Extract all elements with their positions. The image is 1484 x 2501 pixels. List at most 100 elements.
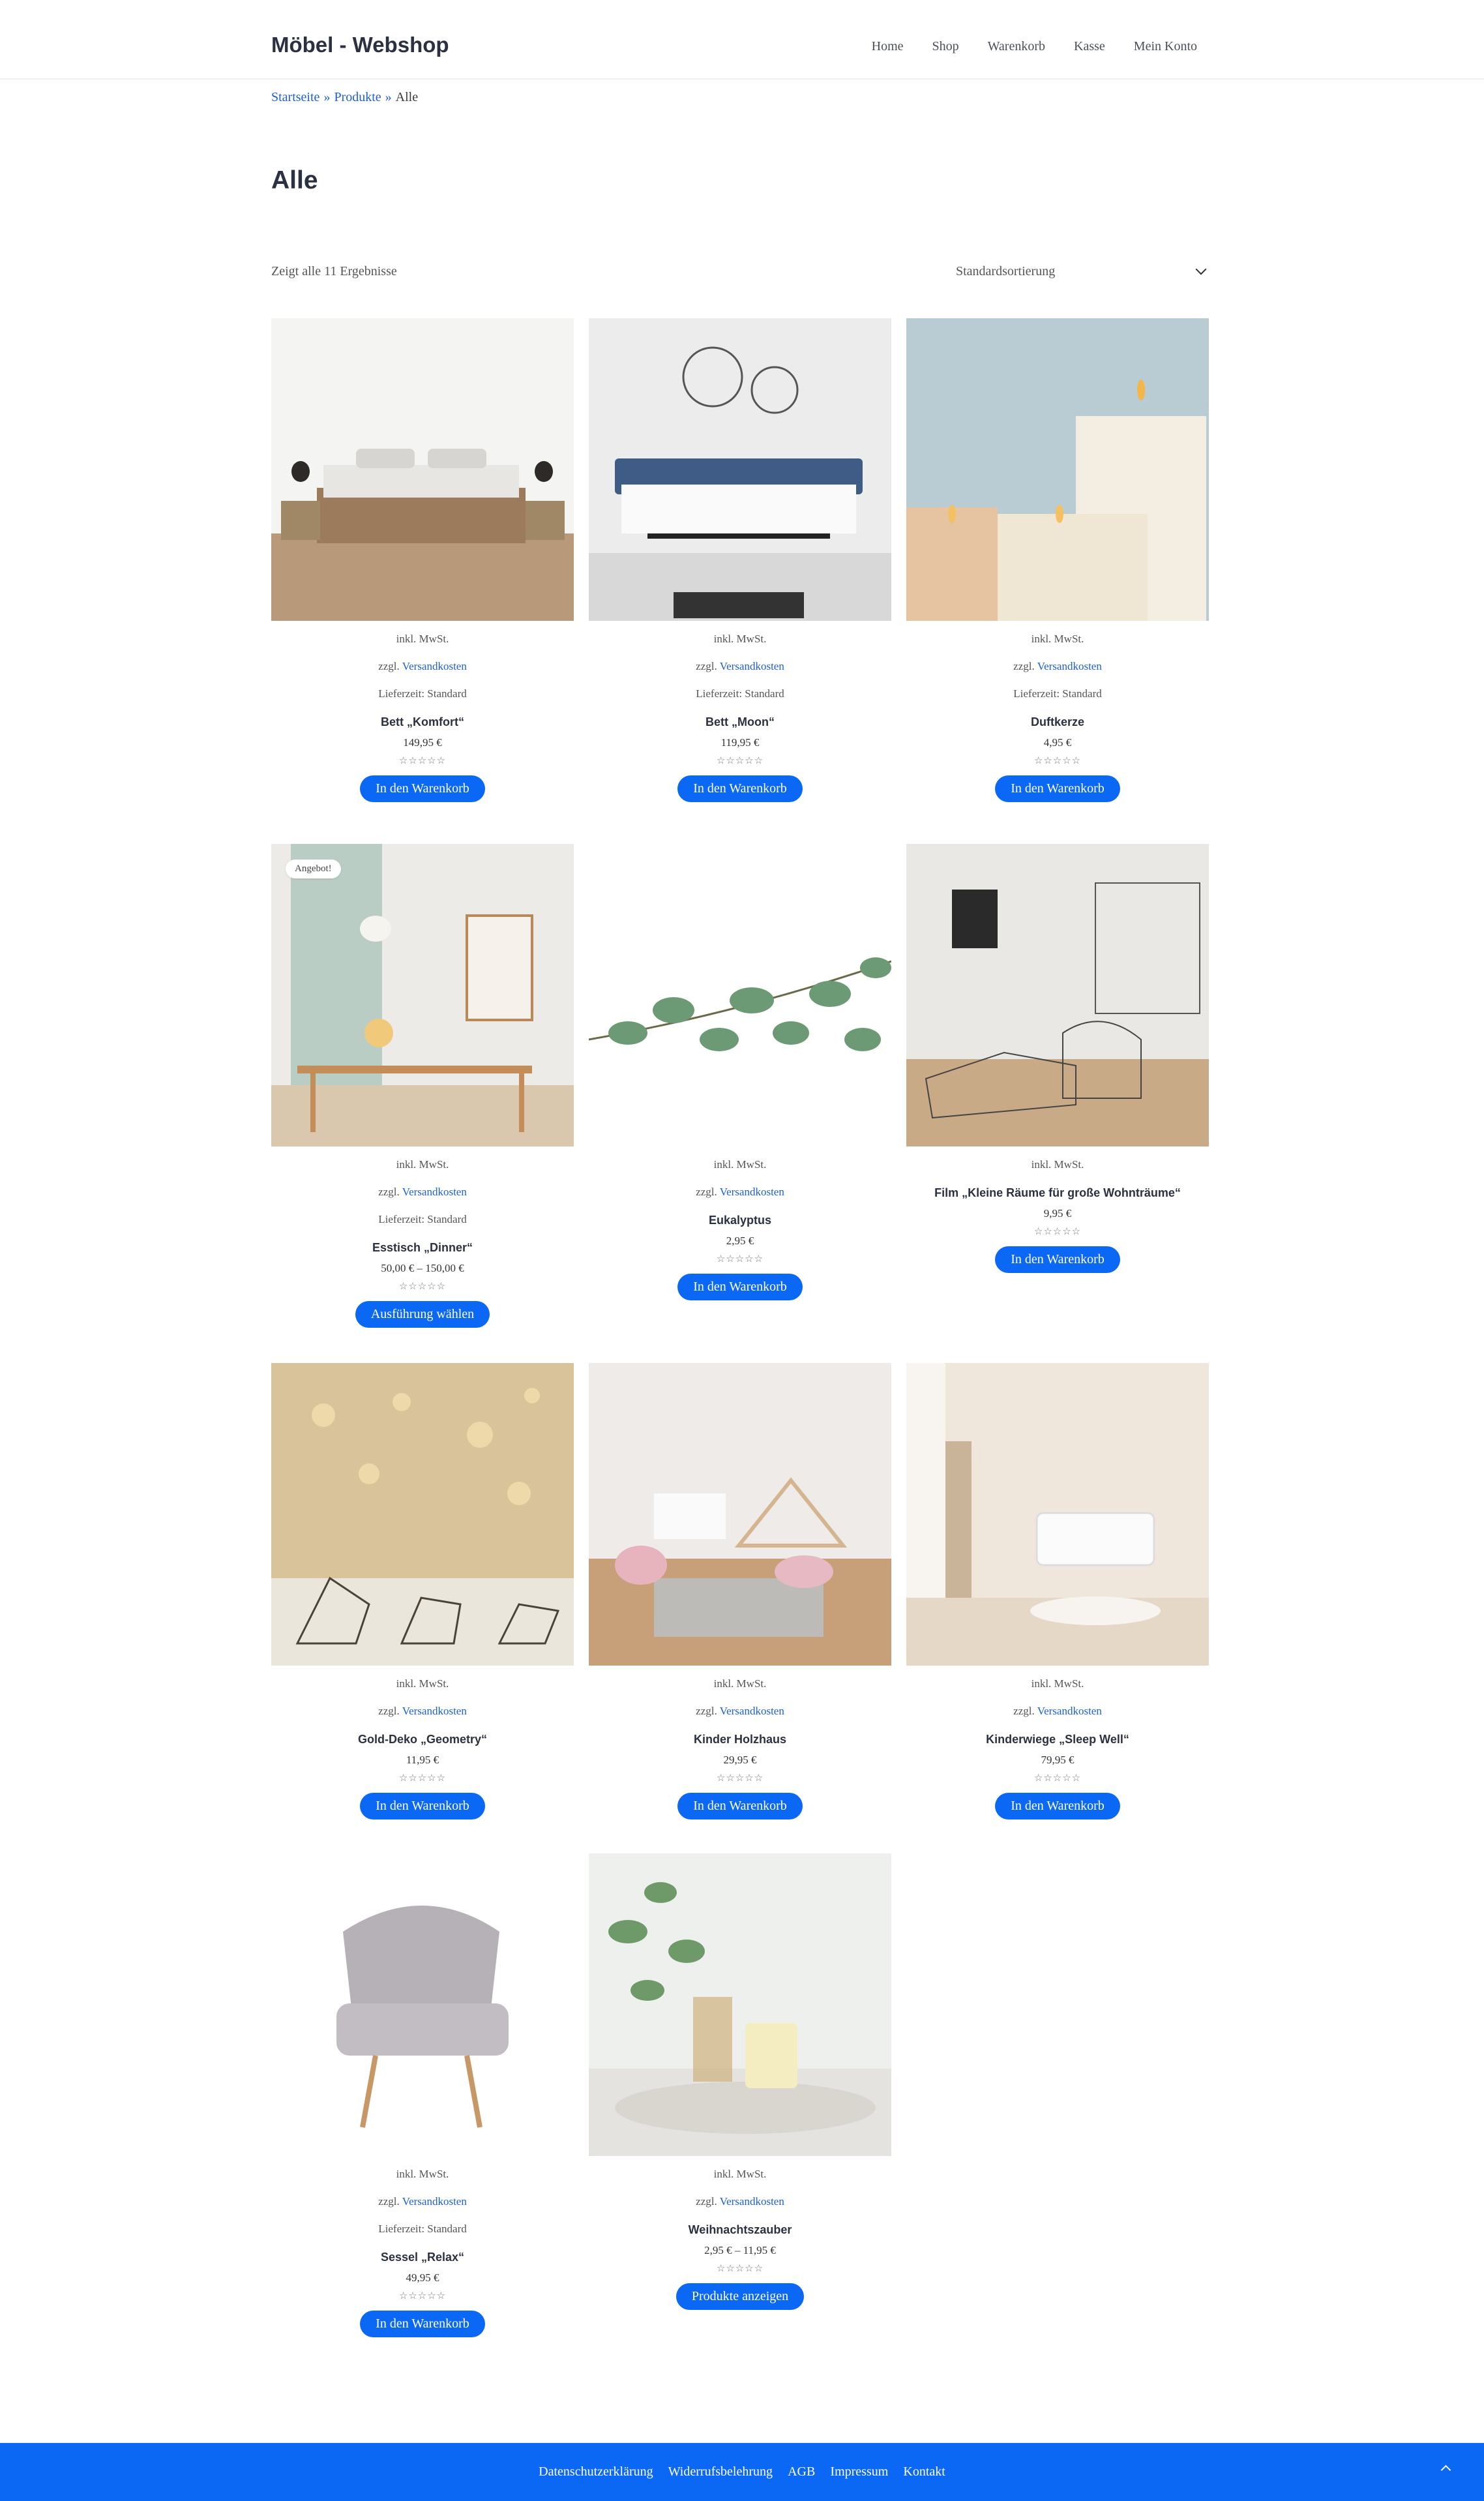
star-rating: ☆☆☆☆☆: [1033, 1772, 1082, 1784]
breadcrumb-products[interactable]: Produkte: [334, 90, 381, 104]
product-price: 50,00 € – 150,00 €: [381, 1262, 464, 1274]
product-name[interactable]: Bett „Moon“: [589, 715, 891, 729]
add-to-cart-button[interactable]: In den Warenkorb: [995, 775, 1120, 802]
add-to-cart-button[interactable]: In den Warenkorb: [995, 1793, 1120, 1820]
shipping-prefix: zzgl.: [378, 2195, 400, 2208]
add-to-cart-button[interactable]: In den Warenkorb: [360, 1793, 485, 1820]
shipping-note: zzgl. Versandkosten: [589, 1186, 891, 1197]
add-to-cart-button[interactable]: In den Warenkorb: [360, 775, 485, 802]
shipping-note: zzgl. Versandkosten: [589, 1705, 891, 1716]
product-action: In den Warenkorb: [906, 1246, 1209, 1273]
shipping-prefix: zzgl.: [696, 1705, 717, 1717]
product-action: In den Warenkorb: [906, 775, 1209, 802]
product-name[interactable]: Weihnachtszauber: [589, 2223, 891, 2237]
product-name[interactable]: Kinder Holzhaus: [589, 1733, 891, 1746]
product-action: In den Warenkorb: [271, 1793, 574, 1820]
shipping-cost-link[interactable]: Versandkosten: [1037, 660, 1102, 672]
sort-select-value: Standardsortierung: [956, 263, 1056, 278]
chevron-down-icon: [1195, 263, 1207, 275]
product-card: inkl. MwSt. zzgl. Versandkosten Gold-Deko …: [271, 1363, 574, 1820]
shipping-cost-link[interactable]: Versandkosten: [402, 1186, 467, 1198]
tax-note: inkl. MwSt.: [396, 2168, 449, 2180]
scroll-to-top-icon[interactable]: [1438, 2461, 1453, 2476]
product-name[interactable]: Esstisch „Dinner“: [271, 1241, 574, 1255]
footer-link-imprint[interactable]: Impressum: [830, 2464, 888, 2479]
shipping-cost-link[interactable]: Versandkosten: [402, 2195, 467, 2208]
add-to-cart-button[interactable]: In den Warenkorb: [677, 1793, 803, 1820]
product-card: inkl. MwSt. zzgl. Versandkosten Lieferzeit…: [271, 318, 574, 802]
tax-note: inkl. MwSt.: [396, 1158, 449, 1171]
product-image[interactable]: [906, 844, 1209, 1146]
select-options-button[interactable]: Ausführung wählen: [355, 1301, 490, 1328]
product-image[interactable]: [589, 1363, 891, 1666]
star-rating: ☆☆☆☆☆: [398, 1772, 447, 1784]
nav-checkout[interactable]: Kasse: [1074, 39, 1105, 54]
product-image[interactable]: [271, 1853, 574, 2156]
shipping-cost-link[interactable]: Versandkosten: [720, 1705, 784, 1717]
shipping-cost-link[interactable]: Versandkosten: [720, 660, 784, 672]
product-image[interactable]: [589, 844, 891, 1146]
shipping-cost-link[interactable]: Versandkosten: [402, 1705, 467, 1717]
product-price: 9,95 €: [1043, 1207, 1072, 1220]
product-price: 49,95 €: [406, 2271, 439, 2284]
sort-select[interactable]: Standardsortierung: [956, 260, 1209, 283]
tax-note: inkl. MwSt.: [713, 633, 767, 645]
product-image[interactable]: [271, 1363, 574, 1666]
product-image[interactable]: [906, 318, 1209, 621]
product-action: In den Warenkorb: [271, 2311, 574, 2337]
product-image[interactable]: [589, 318, 891, 621]
product-name[interactable]: Bett „Komfort“: [271, 715, 574, 729]
add-to-cart-button[interactable]: In den Warenkorb: [677, 775, 803, 802]
shipping-cost-link[interactable]: Versandkosten: [720, 2195, 784, 2208]
nav-home[interactable]: Home: [872, 39, 904, 54]
shipping-note: zzgl. Versandkosten: [906, 1705, 1209, 1716]
product-name[interactable]: Gold-Deko „Geometry“: [271, 1733, 574, 1746]
view-products-button[interactable]: Produkte anzeigen: [675, 2283, 805, 2310]
product-price: 2,95 € – 11,95 €: [704, 2244, 776, 2256]
main-nav: Home Shop Warenkorb Kasse Mein Konto: [872, 39, 1197, 54]
product-name[interactable]: Eukalyptus: [589, 1214, 891, 1227]
footer-link-contact[interactable]: Kontakt: [903, 2464, 945, 2479]
shipping-prefix: zzgl.: [1013, 1705, 1035, 1717]
site-footer: Datenschutzerklärung Widerrufsbelehrung …: [0, 2443, 1484, 2501]
shipping-note: zzgl. Versandkosten: [271, 661, 574, 672]
shipping-note: zzgl. Versandkosten: [271, 2196, 574, 2207]
product-image[interactable]: [271, 318, 574, 621]
product-image[interactable]: [906, 1363, 1209, 1666]
breadcrumb-home[interactable]: Startseite: [271, 90, 319, 104]
product-name[interactable]: Kinderwiege „Sleep Well“: [906, 1733, 1209, 1746]
product-card: inkl. MwSt. zzgl. Versandkosten Lieferzeit…: [906, 318, 1209, 802]
add-to-cart-button[interactable]: In den Warenkorb: [360, 2311, 485, 2337]
product-image[interactable]: Angebot!: [271, 844, 574, 1146]
star-rating: ☆☆☆☆☆: [1033, 1225, 1082, 1237]
shipping-cost-link[interactable]: Versandkosten: [402, 660, 467, 672]
add-to-cart-button[interactable]: In den Warenkorb: [677, 1274, 803, 1300]
footer-link-terms[interactable]: AGB: [788, 2464, 815, 2479]
delivery-time: Lieferzeit: Standard: [378, 687, 467, 700]
footer-link-privacy[interactable]: Datenschutzerklärung: [539, 2464, 653, 2479]
product-price: 2,95 €: [726, 1235, 754, 1247]
star-rating: ☆☆☆☆☆: [716, 1253, 764, 1265]
site-title[interactable]: Möbel - Webshop: [271, 33, 449, 57]
star-rating: ☆☆☆☆☆: [398, 1280, 447, 1292]
shipping-prefix: zzgl.: [696, 1186, 717, 1198]
product-card: inkl. MwSt. Film „Kleine Räume für große …: [906, 844, 1209, 1273]
tax-note: inkl. MwSt.: [713, 1677, 767, 1690]
product-action: Produkte anzeigen: [589, 2283, 891, 2310]
nav-account[interactable]: Mein Konto: [1134, 39, 1197, 54]
nav-cart[interactable]: Warenkorb: [988, 39, 1045, 54]
nav-shop[interactable]: Shop: [932, 39, 959, 54]
shipping-note: zzgl. Versandkosten: [271, 1705, 574, 1716]
add-to-cart-button[interactable]: In den Warenkorb: [995, 1246, 1120, 1273]
shipping-cost-link[interactable]: Versandkosten: [720, 1186, 784, 1198]
product-price: 11,95 €: [406, 1754, 439, 1766]
product-name[interactable]: Film „Kleine Räume für große Wohnträume“: [906, 1186, 1209, 1200]
breadcrumb-separator: »: [323, 90, 331, 104]
shipping-cost-link[interactable]: Versandkosten: [1037, 1705, 1102, 1717]
footer-link-withdrawal[interactable]: Widerrufsbelehrung: [668, 2464, 773, 2479]
product-price: 149,95 €: [403, 736, 442, 749]
product-image[interactable]: [589, 1853, 891, 2156]
shipping-note: zzgl. Versandkosten: [589, 2196, 891, 2207]
product-name[interactable]: Sessel „Relax“: [271, 2251, 574, 2264]
product-name[interactable]: Duftkerze: [906, 715, 1209, 729]
